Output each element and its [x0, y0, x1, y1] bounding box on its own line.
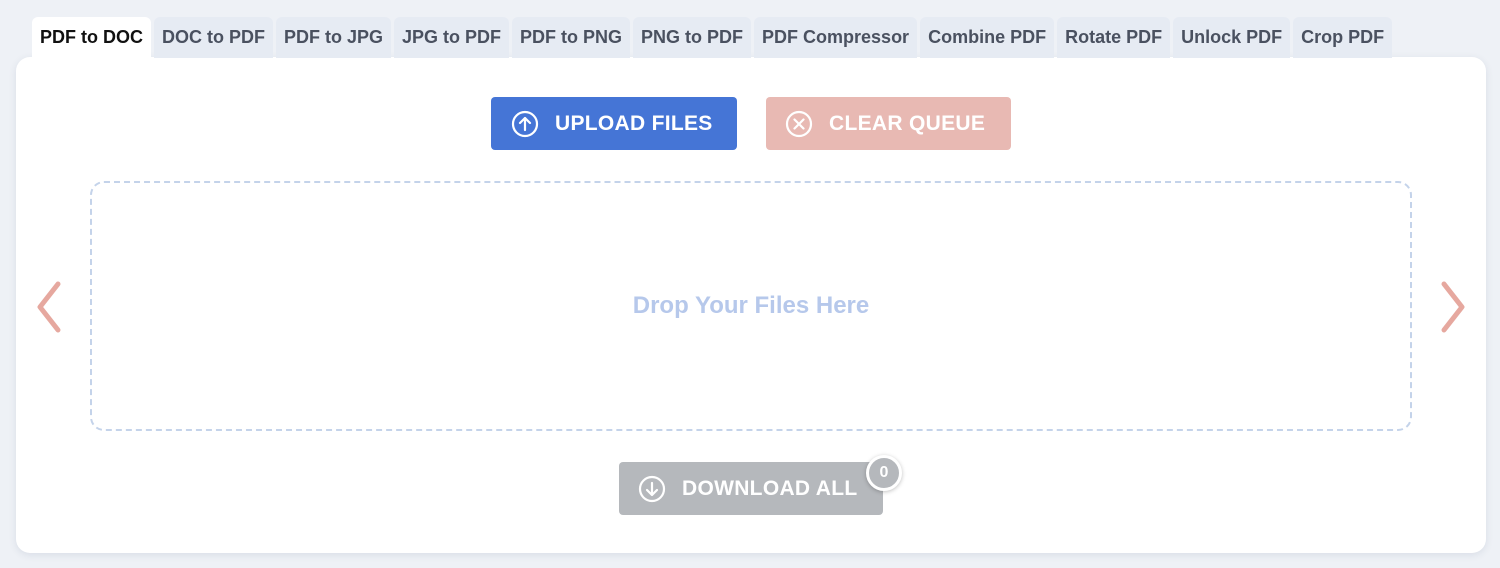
- upload-circle-icon: [511, 110, 539, 138]
- converter-card: UPLOAD FILES CLEAR QUEUE Drop Your Files…: [16, 57, 1486, 553]
- download-all-button[interactable]: DOWNLOAD ALL: [619, 462, 883, 515]
- prev-arrow-button[interactable]: [32, 280, 66, 334]
- tab-png-to-pdf[interactable]: PNG to PDF: [633, 17, 752, 58]
- tab-jpg-to-pdf[interactable]: JPG to PDF: [394, 17, 510, 58]
- tab-combine-pdf[interactable]: Combine PDF: [920, 17, 1055, 58]
- tab-rotate-pdf[interactable]: Rotate PDF: [1057, 17, 1171, 58]
- file-dropzone[interactable]: Drop Your Files Here: [90, 181, 1412, 431]
- upload-files-button[interactable]: UPLOAD FILES: [491, 97, 737, 150]
- clear-queue-label: CLEAR QUEUE: [829, 111, 986, 135]
- converter-page: PDF to DOC DOC to PDF PDF to JPG JPG to …: [0, 0, 1500, 568]
- chevron-left-icon: [37, 281, 61, 333]
- tab-pdf-to-png[interactable]: PDF to PNG: [512, 17, 631, 58]
- tab-crop-pdf[interactable]: Crop PDF: [1293, 17, 1393, 58]
- tab-pdf-to-jpg[interactable]: PDF to JPG: [276, 17, 392, 58]
- download-count-badge: 0: [866, 455, 902, 491]
- download-all-label: DOWNLOAD ALL: [682, 476, 858, 500]
- close-circle-icon: [785, 110, 813, 138]
- tab-unlock-pdf[interactable]: Unlock PDF: [1173, 17, 1291, 58]
- tab-doc-to-pdf[interactable]: DOC to PDF: [154, 17, 273, 58]
- tab-pdf-to-doc[interactable]: PDF to DOC: [32, 17, 151, 58]
- upload-files-label: UPLOAD FILES: [555, 111, 713, 135]
- next-arrow-button[interactable]: [1436, 280, 1470, 334]
- download-circle-icon: [638, 475, 666, 503]
- chevron-right-icon: [1441, 281, 1465, 333]
- dropzone-text: Drop Your Files Here: [632, 292, 870, 319]
- tool-tabs: PDF to DOC DOC to PDF PDF to JPG JPG to …: [32, 17, 1393, 58]
- clear-queue-button[interactable]: CLEAR QUEUE: [766, 97, 1011, 150]
- tab-pdf-compressor[interactable]: PDF Compressor: [754, 17, 918, 58]
